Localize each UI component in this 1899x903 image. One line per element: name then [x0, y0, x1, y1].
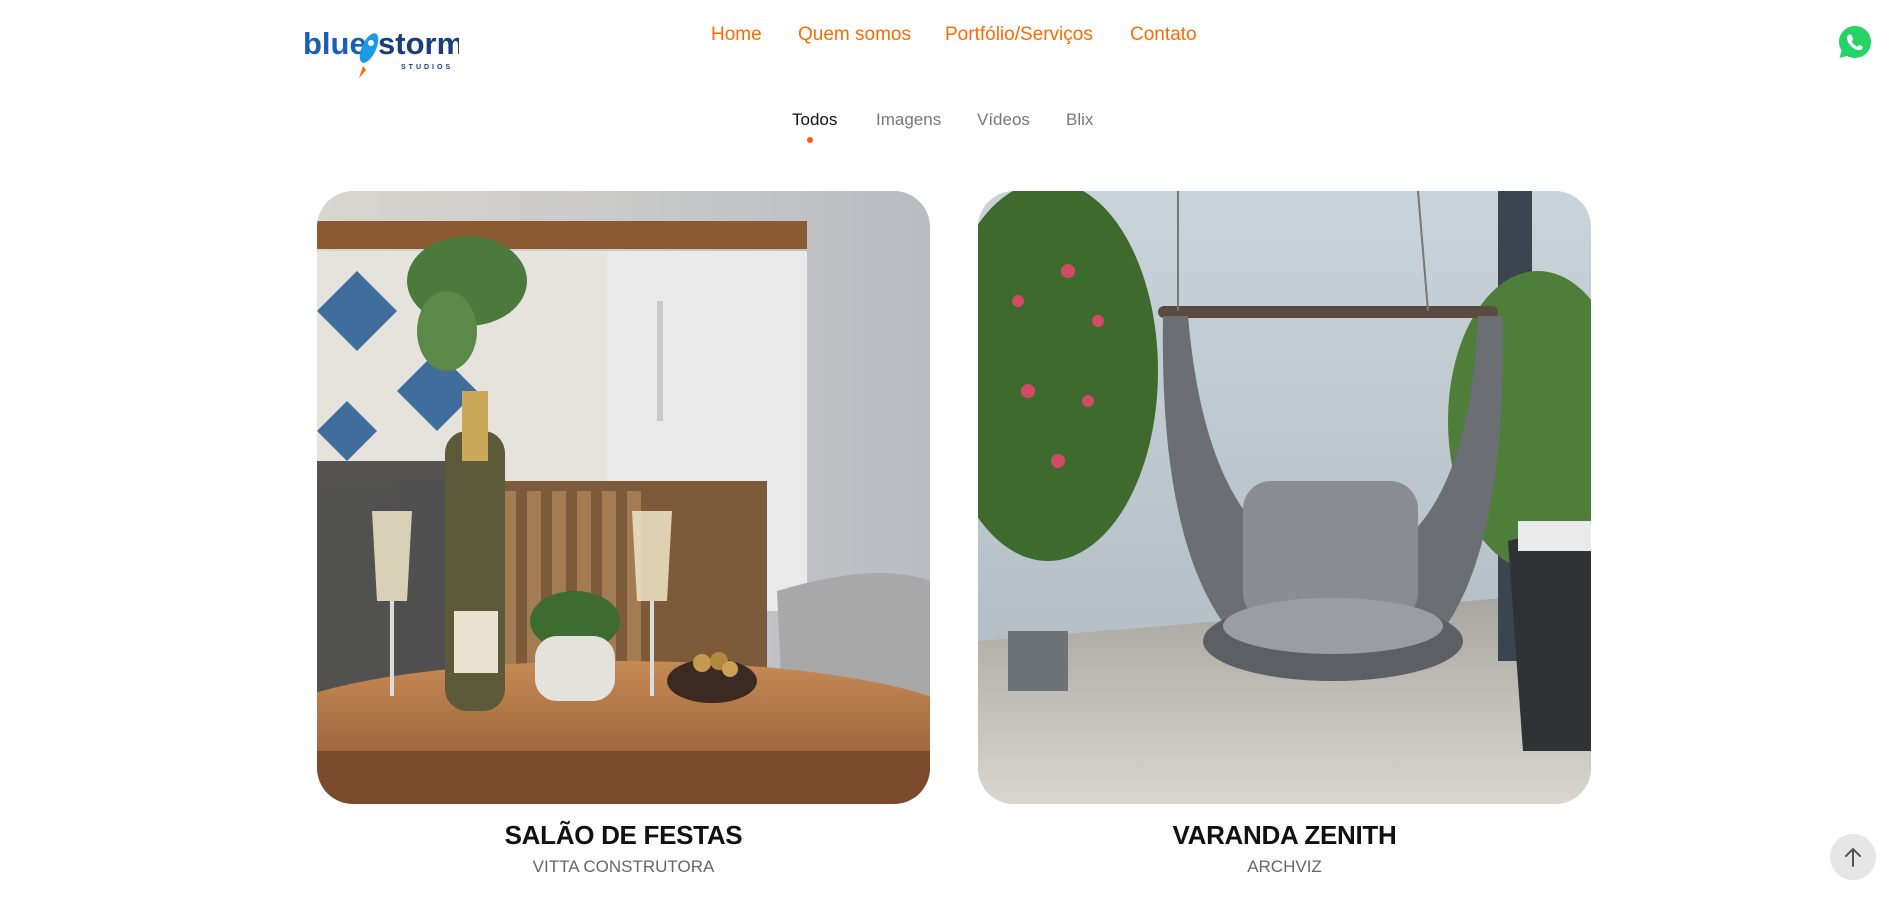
tab-videos[interactable]: Vídeos	[977, 110, 1030, 130]
whatsapp-icon[interactable]	[1837, 24, 1873, 60]
nav-quem-somos[interactable]: Quem somos	[798, 24, 911, 46]
tab-imagens[interactable]: Imagens	[876, 110, 941, 130]
card-title: VARANDA ZENITH	[1172, 820, 1397, 850]
back-to-top-button[interactable]	[1830, 834, 1876, 880]
card-image-salao-de-festas[interactable]	[317, 191, 930, 804]
nav-contato[interactable]: Contato	[1130, 24, 1197, 46]
card-client: VITTA CONSTRUTORA	[532, 857, 715, 876]
portfolio-card[interactable]: VARANDA ZENITH ARCHVIZ	[978, 191, 1591, 877]
card-client: ARCHVIZ	[1247, 857, 1322, 876]
tab-blix[interactable]: Blix	[1066, 110, 1093, 130]
active-tab-indicator	[807, 137, 813, 143]
logo-subtitle: STUDIOS	[401, 64, 453, 71]
card-title: SALÃO DE FESTAS	[504, 820, 743, 850]
tab-todos[interactable]: Todos	[792, 110, 837, 130]
nav-home[interactable]: Home	[711, 24, 762, 46]
portfolio-filter-tabs: Todos Imagens Vídeos Blix	[0, 110, 1899, 146]
portfolio-card[interactable]: SALÃO DE FESTAS VITTA CONSTRUTORA	[317, 191, 930, 877]
nav-portfolio-servicos[interactable]: Portfólio/Serviços	[945, 24, 1093, 46]
arrow-up-icon	[1845, 848, 1861, 867]
main-nav: Home Quem somos Portfólio/Serviços Conta…	[0, 24, 1899, 50]
card-image-varanda-zenith[interactable]	[978, 191, 1591, 804]
